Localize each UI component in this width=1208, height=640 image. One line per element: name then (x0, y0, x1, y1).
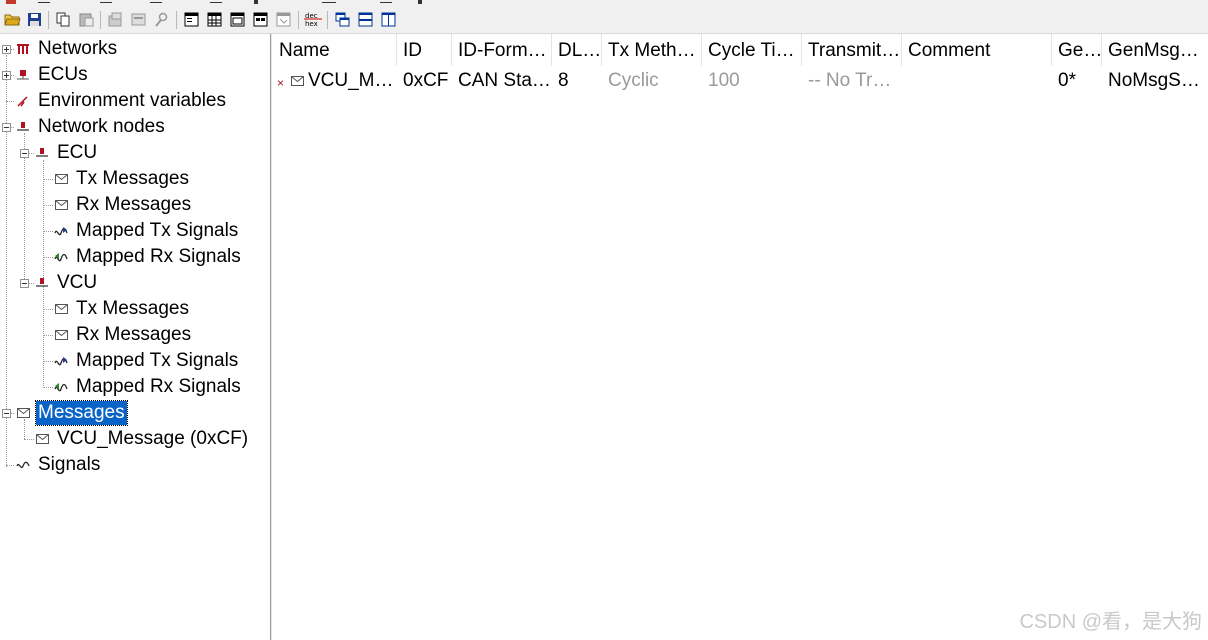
network-nodes-collapser[interactable] (2, 123, 11, 132)
menu-strip-remnant (6, 0, 422, 4)
tree-item-ecu-mapped-rx-signals[interactable]: Mapped Rx Signals (54, 244, 243, 270)
message-envelope-icon (54, 302, 68, 316)
tile-vertical-icon[interactable] (380, 11, 397, 28)
column-header-id-format[interactable]: ID-Form… (452, 34, 552, 66)
tree-connector (43, 335, 53, 336)
watermark: CSDN @看，是大狗 (1019, 611, 1202, 633)
tree-connector (6, 465, 14, 466)
view-symbol-icon[interactable] (275, 11, 292, 28)
cell-cycle-time: 100 (708, 70, 740, 91)
cell-genmsg: NoMsgS… (1108, 70, 1200, 91)
tree-item-messages[interactable]: Messages (16, 400, 128, 426)
view-grid-icon[interactable] (252, 11, 269, 28)
tree-connector (6, 55, 7, 467)
column-header-name[interactable]: Name (273, 34, 397, 66)
network-node-icon (35, 276, 49, 290)
mapped-rx-signal-icon (54, 250, 68, 264)
cell-dlc: 8 (558, 70, 569, 91)
selected-tree-label: Messages (35, 400, 128, 426)
tree-item-ecu-rx-messages[interactable]: Rx Messages (54, 192, 193, 218)
mapped-tx-signal-icon (54, 354, 68, 368)
tree-item-networks[interactable]: Networks (16, 36, 119, 62)
open-folder-icon[interactable] (4, 11, 21, 28)
svg-text:hex: hex (305, 20, 318, 28)
message-envelope-icon (291, 76, 304, 86)
tile-horizontal-icon[interactable] (357, 11, 374, 28)
message-envelope-icon (54, 172, 68, 186)
vcu-node-collapser[interactable] (20, 279, 29, 288)
cell-comment (902, 66, 1052, 96)
column-header-genmsg[interactable]: GenMsg… (1102, 34, 1208, 66)
column-header-id[interactable]: ID (397, 34, 452, 66)
tree-item-vcu-mapped-tx-signals[interactable]: Mapped Tx Signals (54, 348, 240, 374)
tree-connector (43, 387, 53, 388)
message-envelope-icon (16, 406, 30, 420)
tree-connector (43, 309, 53, 310)
table-header: Name ID ID-Form… DL… Tx Meth… Cycle Ti… … (273, 34, 1208, 66)
tree-item-signals[interactable]: Signals (16, 452, 102, 478)
tree-item-vcu-mapped-rx-signals[interactable]: Mapped Rx Signals (54, 374, 243, 400)
environment-variable-icon (16, 94, 30, 108)
cell-id: 0xCF (403, 70, 449, 91)
error-mark-icon: × (277, 76, 285, 90)
tree-connector (24, 439, 34, 440)
tree-connector (43, 231, 53, 232)
tree-item-ecu-tx-messages[interactable]: Tx Messages (54, 166, 191, 192)
cascade-windows-icon[interactable] (334, 11, 351, 28)
properties-icon[interactable] (107, 11, 124, 28)
tree-item-vcu-message[interactable]: VCU_Message (0xCF) (35, 426, 250, 452)
tree-item-vcu-node[interactable]: VCU (35, 270, 99, 296)
column-header-comment[interactable]: Comment (902, 34, 1052, 66)
tree-item-ecus[interactable]: ECUs (16, 62, 90, 88)
cell-tx-method: Cyclic (608, 70, 659, 91)
tree-item-vcu-rx-messages[interactable]: Rx Messages (54, 322, 193, 348)
message-envelope-icon (54, 198, 68, 212)
find-icon[interactable] (153, 11, 170, 28)
mapped-tx-signal-icon (54, 224, 68, 238)
column-header-dlc[interactable]: DL… (552, 34, 602, 66)
ecu-node-collapser[interactable] (20, 149, 29, 158)
signal-wave-icon (16, 458, 30, 472)
cell-ge: 0* (1058, 70, 1076, 91)
dialog-icon[interactable] (130, 11, 147, 28)
ecu-icon (16, 68, 30, 82)
save-icon[interactable] (26, 11, 43, 28)
tree-item-vcu-tx-messages[interactable]: Tx Messages (54, 296, 191, 322)
ecus-expander[interactable] (2, 71, 11, 80)
message-envelope-icon (54, 328, 68, 342)
view-details-icon[interactable] (206, 11, 223, 28)
tree-connector (43, 257, 53, 258)
copy-icon[interactable] (55, 11, 72, 28)
view-tree-icon[interactable] (229, 11, 246, 28)
networks-expander[interactable] (2, 45, 11, 54)
tree-item-environment-variables[interactable]: Environment variables (16, 88, 228, 114)
tree-item-ecu-mapped-tx-signals[interactable]: Mapped Tx Signals (54, 218, 240, 244)
network-node-icon (16, 120, 30, 134)
tree-connector (43, 179, 53, 180)
navigation-tree: Networks ECUs Environment variables Netw… (0, 34, 270, 640)
mapped-rx-signal-icon (54, 380, 68, 394)
column-header-tx-method[interactable]: Tx Meth… (602, 34, 702, 66)
cell-id-format: CAN Sta… (458, 70, 551, 91)
message-envelope-icon (35, 432, 49, 446)
network-node-icon (35, 146, 49, 160)
tree-connector (43, 361, 53, 362)
tree-connector (43, 205, 53, 206)
cell-transmitter: -- No Tr… (808, 70, 892, 91)
column-header-cycle-time[interactable]: Cycle Ti… (702, 34, 802, 66)
tree-item-ecu-node[interactable]: ECU (35, 140, 99, 166)
tree-connector (6, 101, 14, 102)
column-header-transmitter[interactable]: Transmit… (802, 34, 902, 66)
paste-icon[interactable] (78, 11, 95, 28)
messages-table: Name ID ID-Form… DL… Tx Meth… Cycle Ti… … (273, 34, 1208, 640)
messages-collapser[interactable] (2, 409, 11, 418)
cell-name: × VCU_M… (273, 66, 397, 96)
dec-hex-toggle-icon[interactable]: dec hex (303, 11, 323, 28)
toolbar: dec hex (0, 0, 1208, 34)
table-row[interactable]: × VCU_M… 0xCF CAN Sta… 8 Cyclic 100 -- N… (273, 66, 1208, 96)
tree-item-network-nodes[interactable]: Network nodes (16, 114, 167, 140)
network-icon (16, 42, 30, 56)
column-header-ge[interactable]: Ge… (1052, 34, 1102, 66)
view-list-icon[interactable] (183, 11, 200, 28)
